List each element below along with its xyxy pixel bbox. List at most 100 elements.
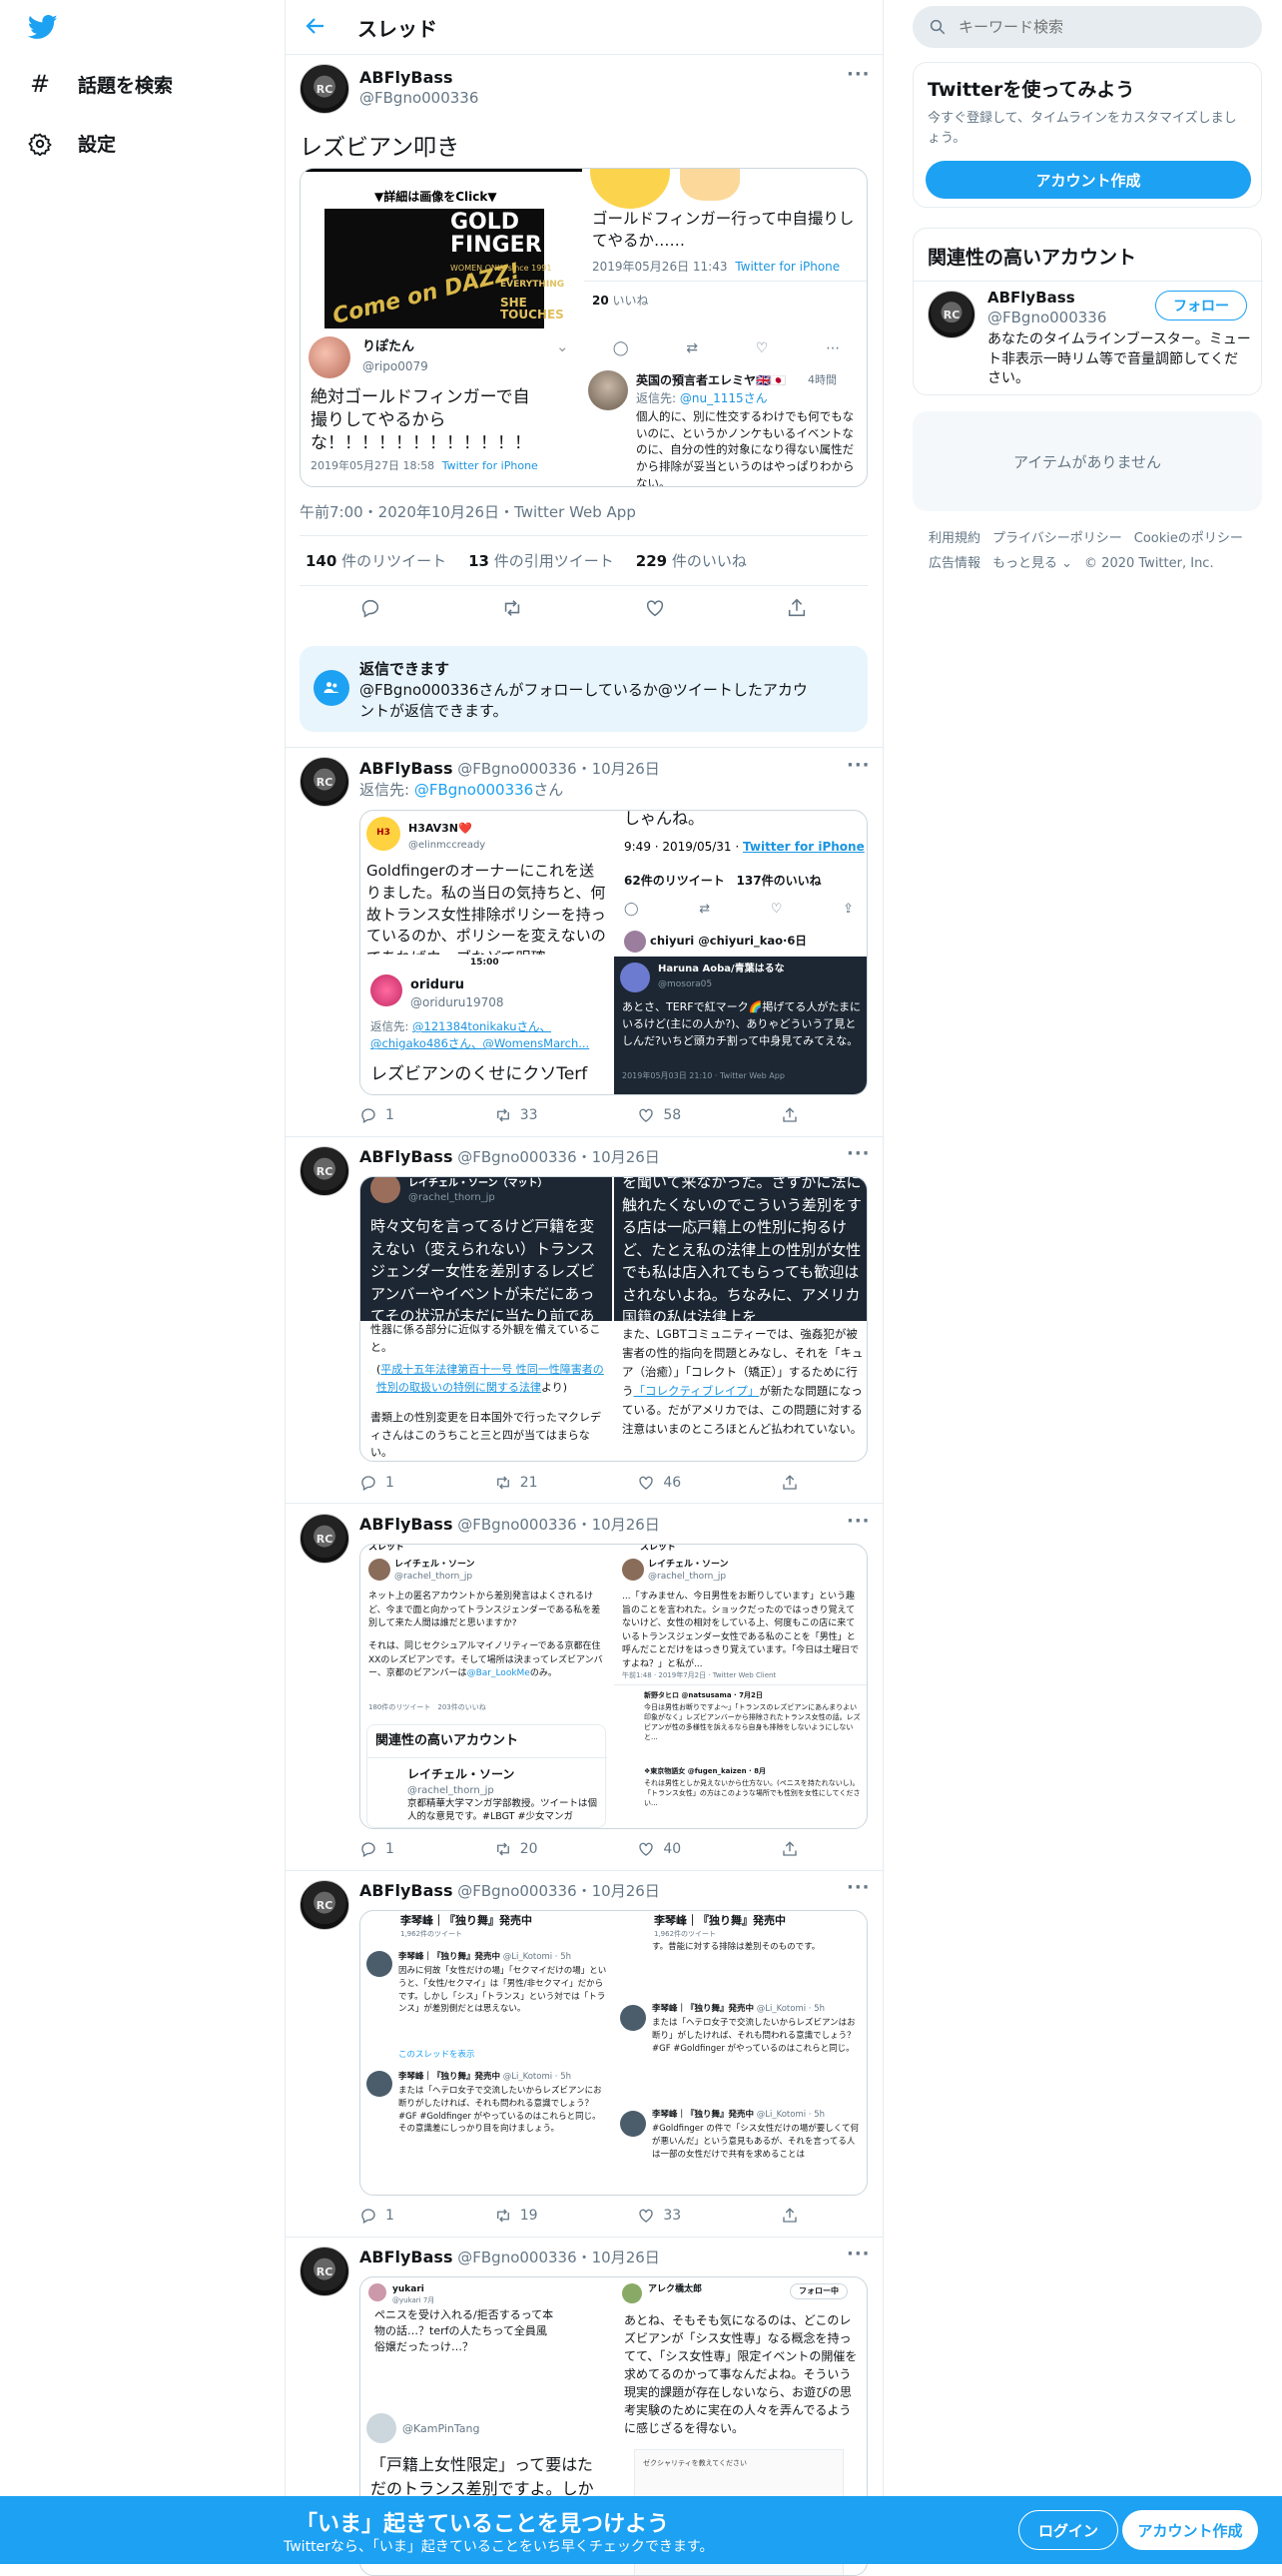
share-button[interactable] (781, 1106, 799, 1124)
media-cell[interactable]: Haruna Aoba/青葉はるな @mosora05 あとさ、TERFで紅マー… (614, 957, 867, 1094)
footer-link[interactable]: 利用規約 (929, 527, 980, 552)
share-button[interactable] (781, 1474, 799, 1492)
reply-button[interactable]: 1 (359, 1840, 394, 1858)
media-cell[interactable]: 李琴峰｜『独り舞』発売中 1,962件のツイート す。昔能に対する排除は差別その… (614, 1911, 867, 2195)
reply-icon[interactable] (359, 597, 381, 627)
media-cell[interactable]: また、LGBTコミュニティーでは、強姦犯が被害者の性的指向を問題とみなし、それを… (614, 1323, 867, 1461)
twitter-logo-icon[interactable] (26, 12, 60, 42)
br-text: 個人的に、別に性交するわけでも何でもないのに、というかノンケもいるイベントなのに… (636, 409, 855, 487)
bottom-signup-button[interactable]: アカウント作成 (1122, 2510, 1258, 2550)
tr-r2-name: ❖東京物語女 @fugen_kaizen · 8月 (644, 1767, 766, 1775)
bottom-title: 「いま」起きていることを見つけよう (296, 2512, 670, 2537)
reply-button[interactable]: 1 (359, 2207, 394, 2225)
avatar[interactable]: RC (300, 2247, 349, 2296)
reply-4-media[interactable]: 李琴峰｜『独り舞』発売中 1,962件のツイート 李琴峰｜『独り舞』発売中 @L… (359, 1910, 868, 2196)
reply-author-name[interactable]: ABFlyBass (359, 1147, 452, 1166)
search-input[interactable] (959, 18, 1248, 36)
avatar[interactable]: RC (300, 757, 349, 807)
share-icon[interactable] (786, 597, 808, 627)
tr-time: 午前1:48 · 2019年7月2日 · Twitter Web Client (622, 1671, 777, 1679)
reply-1-media[interactable]: H3 H3AV3N❤️ @elinmccready Goldfingerのオーナ… (359, 810, 868, 1095)
tweet-meta[interactable]: 午前7:00・2020年10月26日・Twitter Web App (300, 501, 636, 522)
more-icon[interactable]: ··· (847, 64, 871, 85)
bl-reply-prefix: 返信先: (370, 1019, 409, 1033)
likes-stat[interactable]: 229 件のいいね (636, 550, 747, 571)
media-tweet-left-bottom[interactable]: りぽたん @ripo0079 ⌄ 絶対ゴールドフィンガーで自撮りしてやるからな！… (301, 330, 582, 486)
avatar[interactable]: RC (300, 1514, 349, 1564)
more-icon[interactable]: ··· (847, 755, 871, 776)
reply-meta[interactable]: @FBgno000336・10月26日 (457, 1516, 660, 1534)
tr-handle2: @Li_Kotomi · 5h (756, 2110, 825, 2120)
login-button[interactable]: ログイン (1018, 2510, 1118, 2550)
reply-author-name[interactable]: ABFlyBass (359, 1881, 452, 1900)
footer-link[interactable]: もっと見る ⌄ (992, 552, 1072, 577)
media-tweet-right-top[interactable]: ゴールドフィンガー行って中自撮りしてやるか…… 2019年05月26日 11:4… (584, 169, 867, 328)
media-tweet-right-bottom[interactable]: ◯ ⇄ ♡ ⋯ 英国の預言者エレミヤ🇬🇧🇯🇵 4時間 返信先: @nu_1115さん … (584, 330, 867, 487)
nav-settings[interactable]: 設定 (28, 130, 116, 157)
more-icon[interactable]: ··· (847, 1877, 871, 1898)
footer-link[interactable]: Cookieのポリシー (1134, 527, 1243, 552)
media-cell[interactable]: スレッド レイチェル・ソーン @rachel_thorn_jp ...「すみませ… (614, 1545, 867, 1828)
like-button[interactable]: 40 (637, 1840, 681, 1858)
footer-link[interactable]: プライバシーポリシー (992, 527, 1122, 552)
retweet-button[interactable]: 33 (494, 1106, 538, 1124)
tl-title: 李琴峰｜『独り舞』発売中 (400, 1914, 532, 1927)
search-box[interactable] (913, 6, 1262, 48)
tr-r1-text: 今日は男性お断りですよ〜」「トランスのレズビアンにあんまりよい印象がなく」レズビ… (644, 1703, 861, 1742)
media-poster[interactable]: ▼詳細は画像をClick▼ GOLD FINGER WOMEN ONLY sin… (301, 169, 582, 328)
reply-meta[interactable]: @FBgno000336・10月26日 (457, 1882, 660, 1900)
quotes-stat[interactable]: 13 件の引用ツイート (468, 550, 614, 571)
media-cell[interactable]: 15:00 oriduru @oriduru19708 返信先: @121384… (360, 957, 612, 1094)
media-cell[interactable]: レイチェル・ソーン（マット） @rachel_thorn_jp 時々文句を言って… (360, 1177, 612, 1321)
retweet-button[interactable]: 19 (494, 2207, 538, 2225)
reply-3-media[interactable]: スレッド レイチェル・ソーン @rachel_thorn_jp ネット上の匿名ア… (359, 1544, 868, 1829)
avatar[interactable]: RC (300, 1146, 349, 1196)
share-button[interactable] (781, 2207, 799, 2225)
more-icon[interactable]: ··· (847, 1143, 871, 1164)
retweet-icon[interactable] (501, 597, 523, 627)
tl-name: H3AV3N❤️ (408, 822, 472, 835)
related-name[interactable]: ABFlyBass (987, 289, 1075, 307)
like-icon[interactable] (644, 597, 666, 627)
reply-2-media[interactable]: レイチェル・ソーン（マット） @rachel_thorn_jp 時々文句を言って… (359, 1176, 868, 1462)
empty-card: アイテムがありません (913, 411, 1262, 511)
back-arrow-icon[interactable] (304, 14, 329, 40)
author-handle[interactable]: @FBgno000336 (359, 89, 478, 107)
more-icon[interactable]: ··· (847, 1511, 871, 1532)
avatar[interactable]: RC (928, 291, 975, 338)
follow-button[interactable]: フォロー (1155, 291, 1247, 321)
media-cell[interactable]: H3 H3AV3N❤️ @elinmccready Goldfingerのオーナ… (360, 811, 612, 955)
author-name[interactable]: ABFlyBass (359, 68, 478, 87)
reply-meta[interactable]: @FBgno000336・10月26日 (457, 1148, 660, 1166)
related-handle[interactable]: @FBgno000336 (987, 309, 1106, 326)
reply-button[interactable]: 1 (359, 1474, 394, 1492)
more-icon[interactable]: ··· (847, 2244, 871, 2264)
like-button[interactable]: 33 (637, 2207, 681, 2225)
media-cell[interactable]: しゃんね。 9:49 · 2019/05/31 · Twitter for iP… (614, 811, 867, 955)
media-cell[interactable]: 李琴峰｜『独り舞』発売中 1,962件のツイート 李琴峰｜『独り舞』発売中 @L… (360, 1911, 612, 2195)
reply-meta[interactable]: @FBgno000336・10月26日 (457, 760, 660, 778)
reply-to-handle[interactable]: @FBgno000336 (414, 781, 533, 799)
retweet-button[interactable]: 21 (494, 1474, 538, 1492)
reply-meta[interactable]: @FBgno000336・10月26日 (457, 2249, 660, 2266)
media-cell[interactable]: yukari @yukari 7月 ペニスを受け入れる/拒否するって本物の話…？… (360, 2277, 612, 2407)
media-cell[interactable]: 性器に係る部分に近似する外観を備えていること。 (平成十五年法律第百十一号 性同… (360, 1323, 612, 1461)
like-button[interactable]: 58 (637, 1106, 681, 1124)
reply-author-name[interactable]: ABFlyBass (359, 1515, 452, 1534)
tweet-media[interactable]: ▼詳細は画像をClick▼ GOLD FINGER WOMEN ONLY sin… (300, 168, 868, 487)
retweet-button[interactable]: 20 (494, 1840, 538, 1858)
avatar[interactable]: RC (300, 64, 349, 114)
media-cell[interactable]: スレッド レイチェル・ソーン @rachel_thorn_jp ネット上の匿名ア… (360, 1545, 612, 1828)
avatar[interactable]: RC (300, 1880, 349, 1930)
share-button[interactable] (781, 1840, 799, 1858)
like-button[interactable]: 46 (637, 1474, 681, 1492)
bl-time: 2019年05月27日 18:58 (311, 459, 435, 472)
nav-explore[interactable]: # 話題を検索 (28, 70, 173, 98)
signup-button[interactable]: アカウント作成 (926, 161, 1251, 199)
footer-link[interactable]: 広告情報 (929, 552, 980, 577)
retweets-stat[interactable]: 140 件のリツイート (306, 550, 446, 571)
media-cell[interactable]: を聞いて来なかった。さすがに法に触れたくないのでこういう差別をする店は一応戸籍上… (614, 1177, 867, 1321)
reply-author-name[interactable]: ABFlyBass (359, 759, 452, 778)
reply-author-name[interactable]: ABFlyBass (359, 2248, 452, 2266)
reply-button[interactable]: 1 (359, 1106, 394, 1124)
